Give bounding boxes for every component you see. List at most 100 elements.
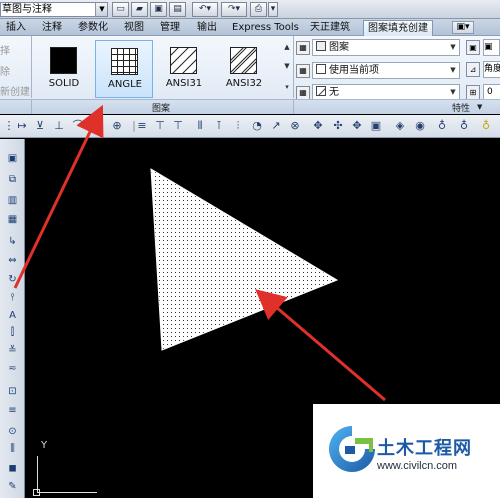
tab-tangent-arch[interactable]: 天正建筑 [310, 20, 350, 36]
freeze-icon[interactable]: ♁ [456, 118, 472, 134]
properties-icon[interactable]: ◉ [412, 118, 428, 134]
block-icon[interactable]: ◼ [5, 461, 20, 476]
saveas-icon[interactable]: ▤ [169, 2, 186, 17]
clipboard-icon[interactable]: ▣ [368, 118, 384, 134]
pencil-icon[interactable]: ✎ [5, 479, 20, 494]
layer-iso-icon[interactable]: ⊤ [170, 118, 186, 134]
new-icon[interactable]: ▭ [112, 2, 129, 17]
pattern-solid[interactable]: SOLID [35, 40, 93, 98]
dim-baseline-icon[interactable]: ⫴ [192, 118, 208, 134]
chevron-down-icon[interactable]: ▼ [447, 85, 459, 100]
hatch-type-icon: ▦ [296, 41, 310, 55]
dim-angle-icon[interactable]: ◔ [249, 118, 265, 134]
center-mark-icon[interactable]: ⊕ [109, 118, 125, 134]
move-icon[interactable]: ✥ [310, 118, 326, 134]
copy-icon[interactable]: ⧉ [5, 172, 20, 187]
redo-icon[interactable]: ↷▾ [221, 2, 247, 17]
ucs-y-axis [37, 456, 38, 492]
transparency-icon[interactable]: ▣ [466, 40, 480, 55]
save-icon[interactable]: ▣ [150, 2, 167, 17]
zoom-icon[interactable]: ✥ [349, 118, 365, 134]
trim-icon[interactable]: ≚ [5, 343, 20, 358]
dim-radius-icon[interactable]: ⌒ [70, 118, 86, 134]
stretch-icon[interactable]: ⇔ [5, 253, 20, 268]
pattern-ansi31[interactable]: ANSI31 [155, 40, 213, 98]
pattern-panel-title[interactable]: 图案 [152, 101, 170, 114]
tab-express-tools[interactable]: Express Tools [232, 20, 299, 36]
bulb-icon[interactable]: ♁ [434, 118, 450, 134]
tab-hatch-create[interactable]: 图案填充创建 [363, 20, 433, 36]
pan-icon[interactable]: ✣ [330, 118, 346, 134]
tab-view[interactable]: 视图 [124, 20, 144, 36]
solid-swatch-icon [50, 47, 77, 74]
modify-toolbar: ▣ ⧉ ▥ ▦ ↳ ⇔ ↻ ⫯ A ⫿ ≚ ≂ ⊡ ≡ ⊙ ⫼ ◼ ✎ [0, 139, 25, 498]
layer-state-icon[interactable]: ⊤ [152, 118, 168, 134]
extend-icon[interactable]: ⫿ [5, 325, 20, 340]
hatch-color-dropdown[interactable]: 使用当前项 ▼ [312, 62, 460, 79]
pattern-angle[interactable]: ANGLE [95, 40, 153, 98]
ribbon-options-icon[interactable]: ▣▾ [452, 21, 474, 34]
hatch-type-dropdown[interactable]: 图案 ▼ [312, 39, 460, 56]
workspace-dropdown[interactable]: 草图与注释 ▼ [0, 2, 108, 17]
explode-icon[interactable]: ⊙ [5, 424, 20, 439]
hatch-color-icon: ▦ [296, 64, 310, 78]
angle-swatch-icon [111, 48, 138, 75]
angle-field[interactable]: 角度 [483, 61, 500, 78]
ribbon-left-label-1[interactable]: 择 [0, 42, 10, 57]
tab-output[interactable]: 输出 [197, 20, 217, 36]
scroll-down-icon[interactable]: ▼ [282, 59, 292, 73]
ribbon-left-label-3[interactable]: 新创建 [0, 83, 30, 98]
light-icon[interactable]: ♁ [478, 118, 494, 134]
workspace-label: 草图与注释 [2, 4, 52, 15]
tab-parametric[interactable]: 参数化 [78, 20, 108, 36]
leader-icon[interactable]: ↗ [268, 118, 284, 134]
scale-icon[interactable]: ⫯ [5, 290, 20, 305]
background-color-icon: ▦ [296, 86, 310, 100]
layer-icon[interactable]: ≡ [134, 118, 150, 134]
ribbon-left-label-2[interactable]: 除 [0, 63, 10, 78]
pattern-label: ANSI32 [225, 78, 263, 89]
scroll-up-icon[interactable]: ▲ [282, 40, 292, 54]
watermark-url: www.civilcn.com [377, 460, 458, 472]
expand-icon[interactable]: ▾ [282, 80, 292, 94]
dim-continue-icon[interactable]: ⊺ [211, 118, 227, 134]
join-icon[interactable]: ⫼ [5, 441, 20, 456]
pattern-ansi32[interactable]: ANSI32 [215, 40, 273, 98]
dim-linear-icon[interactable]: ↦ [14, 118, 30, 134]
pattern-label: ANGLE [108, 79, 142, 90]
title-bar: 草图与注释 ▼ ▭ ▰ ▣ ▤ ↶▾ ↷▾ ⎙ ▾ [0, 0, 500, 19]
plot-icon[interactable]: ⎙ [250, 2, 267, 17]
dim-diameter-icon[interactable]: ⊖ [89, 118, 105, 134]
rotate-icon[interactable]: ↻ [5, 272, 20, 287]
angle-label: 角度 [484, 64, 500, 74]
transparency-dropdown[interactable]: ▣ [483, 39, 500, 56]
mirror-icon[interactable]: ▥ [5, 193, 20, 208]
undo-icon[interactable]: ↶▾ [192, 2, 218, 17]
chevron-down-icon[interactable]: ▼ [95, 3, 107, 16]
tab-insert[interactable]: 插入 [6, 20, 26, 36]
open-icon[interactable]: ▰ [131, 2, 148, 17]
erase-icon[interactable]: ▣ [5, 151, 20, 166]
chevron-down-icon[interactable]: ▾ [268, 2, 278, 17]
chamfer-icon[interactable]: ≡ [5, 403, 20, 418]
divider [293, 100, 294, 114]
offset-icon[interactable]: ▦ [5, 212, 20, 227]
dim-ordinate-icon[interactable]: ⊥ [51, 118, 67, 134]
tab-manage[interactable]: 管理 [160, 20, 180, 36]
properties-panel-title[interactable]: 特性 [452, 101, 470, 114]
tolerance-icon[interactable]: ⊗ [287, 118, 303, 134]
hatch-color-value: 使用当前项 [329, 65, 379, 76]
array-icon[interactable]: ↳ [5, 234, 20, 249]
chevron-down-icon[interactable]: ▼ [447, 40, 459, 55]
hatch-type-value: 图案 [329, 42, 349, 53]
tab-annotate[interactable]: 注释 [42, 20, 62, 36]
chevron-down-icon[interactable]: ▼ [477, 103, 482, 111]
break-icon[interactable]: ≂ [5, 361, 20, 376]
fillet-icon[interactable]: ⊡ [5, 384, 20, 399]
scale-icon: ⊞ [466, 85, 480, 100]
dim-quick-icon[interactable]: ⫶ [230, 118, 246, 134]
text-icon[interactable]: A [5, 308, 20, 323]
dim-aligned-icon[interactable]: ⊻ [32, 118, 48, 134]
layers-icon[interactable]: ◈ [392, 118, 408, 134]
chevron-down-icon[interactable]: ▼ [447, 63, 459, 78]
